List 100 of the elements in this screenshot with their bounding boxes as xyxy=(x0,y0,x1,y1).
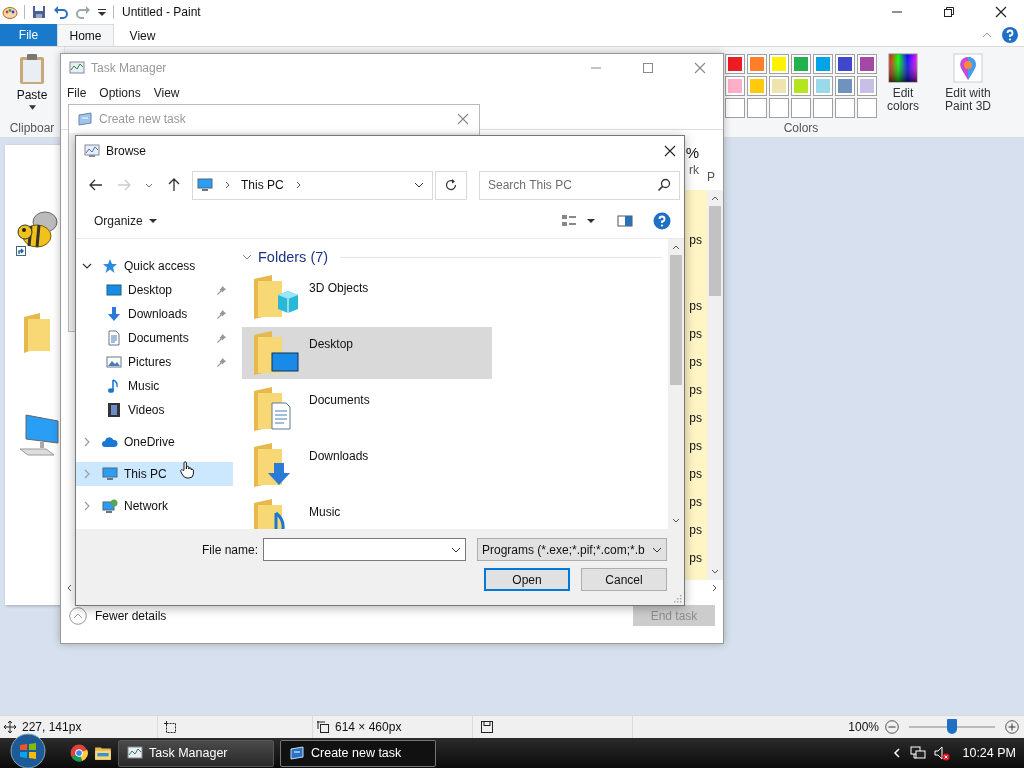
scrollbar-thumb[interactable] xyxy=(670,255,682,385)
maximize-icon[interactable] xyxy=(642,62,654,74)
network-icon[interactable] xyxy=(910,745,927,761)
pin-icon[interactable] xyxy=(216,308,227,320)
expand-chevron-icon[interactable] xyxy=(82,261,92,271)
taskbar-button[interactable]: Task Manager xyxy=(118,739,274,767)
zoom-in-icon[interactable] xyxy=(1005,720,1019,734)
group-header[interactable]: Folders (7) xyxy=(258,249,329,265)
volume-muted-icon[interactable] xyxy=(934,745,951,761)
nav-item[interactable]: This PC xyxy=(76,462,233,486)
save-icon[interactable] xyxy=(31,4,47,20)
pin-icon[interactable] xyxy=(216,356,227,368)
menu-item[interactable]: View xyxy=(153,86,180,100)
color-swatch[interactable] xyxy=(792,99,810,117)
refresh-button[interactable] xyxy=(435,170,467,200)
nav-item[interactable]: Music xyxy=(76,374,233,398)
preview-pane-icon[interactable] xyxy=(617,213,633,229)
column-header[interactable]: P xyxy=(707,170,723,184)
ribbon-tab[interactable]: Home xyxy=(57,24,114,46)
folder-item[interactable]: 3D Objects xyxy=(242,271,492,323)
scroll-up-icon[interactable] xyxy=(710,194,720,202)
color-swatch[interactable] xyxy=(726,99,744,117)
color-swatch[interactable] xyxy=(858,99,876,117)
nav-item[interactable]: Downloads xyxy=(76,302,233,326)
color-swatch[interactable] xyxy=(792,77,810,95)
menu-item[interactable]: File xyxy=(67,86,87,100)
taskbar-button[interactable]: Create new task xyxy=(280,739,436,767)
color-swatch[interactable] xyxy=(748,99,766,117)
nav-item[interactable]: Videos xyxy=(76,398,233,422)
scroll-down-icon[interactable] xyxy=(710,568,720,576)
zoom-out-icon[interactable] xyxy=(885,720,899,734)
view-options-icon[interactable] xyxy=(561,213,577,229)
address-bar[interactable]: This PC xyxy=(192,170,433,200)
nav-item[interactable]: Quick access xyxy=(76,254,233,278)
browser-icon[interactable] xyxy=(70,744,88,762)
nav-item[interactable]: Desktop xyxy=(76,278,233,302)
color-swatch[interactable] xyxy=(770,55,788,73)
close-icon[interactable] xyxy=(995,6,1007,18)
scrollbar-thumb[interactable] xyxy=(709,206,721,296)
menu-item[interactable]: Options xyxy=(99,86,141,100)
nav-item[interactable]: Pictures xyxy=(76,350,233,374)
scroll-right-icon[interactable] xyxy=(711,583,719,593)
folder-item[interactable]: Downloads xyxy=(242,439,492,491)
organize-button[interactable]: Organize xyxy=(88,214,163,228)
pin-icon[interactable] xyxy=(216,284,227,296)
caret-icon[interactable] xyxy=(97,7,107,17)
resize-grip-icon[interactable] xyxy=(672,593,682,603)
dialog-button[interactable]: Open xyxy=(484,568,570,591)
color-swatch[interactable] xyxy=(792,55,810,73)
pin-icon[interactable] xyxy=(216,332,227,344)
column-header[interactable]: rk xyxy=(689,163,699,177)
edit-colors-button[interactable]: Edit colors xyxy=(882,47,924,113)
scroll-up-icon[interactable] xyxy=(671,243,681,251)
folder-icon[interactable] xyxy=(94,744,112,762)
scroll-left-icon[interactable] xyxy=(65,583,73,593)
file-menu-button[interactable]: File xyxy=(0,24,57,46)
help-icon[interactable] xyxy=(653,212,671,230)
collapse-group-icon[interactable] xyxy=(242,252,252,262)
collapse-ribbon-icon[interactable] xyxy=(982,30,992,40)
folder-item[interactable]: Documents xyxy=(242,383,492,435)
color-swatch[interactable] xyxy=(748,55,766,73)
vertical-scrollbar[interactable] xyxy=(668,239,684,529)
color-swatch[interactable] xyxy=(858,55,876,73)
color-swatch[interactable] xyxy=(836,99,854,117)
tray-chevron-icon[interactable] xyxy=(892,748,903,758)
nav-item[interactable]: Documents xyxy=(76,326,233,350)
file-name-field[interactable] xyxy=(263,538,466,561)
clock[interactable]: 10:24 PM xyxy=(962,746,1016,760)
search-field[interactable]: Search This PC xyxy=(479,170,680,200)
edit-with-paint3d-button[interactable]: Edit with Paint 3D xyxy=(936,47,1000,113)
color-swatch[interactable] xyxy=(748,77,766,95)
color-swatch[interactable] xyxy=(770,99,788,117)
vertical-scrollbar[interactable] xyxy=(707,190,723,580)
paste-button[interactable]: Paste xyxy=(16,47,48,110)
color-swatch[interactable] xyxy=(726,55,744,73)
restore-icon[interactable] xyxy=(943,6,955,18)
scroll-down-icon[interactable] xyxy=(671,517,681,525)
zoom-slider-thumb[interactable] xyxy=(947,719,957,734)
up-icon[interactable] xyxy=(166,177,182,193)
color-swatch[interactable] xyxy=(858,77,876,95)
dialog-button[interactable]: Cancel xyxy=(581,568,667,591)
color-swatch[interactable] xyxy=(814,77,832,95)
folder-item[interactable]: Desktop xyxy=(242,327,492,379)
color-swatch[interactable] xyxy=(836,55,854,73)
start-button[interactable] xyxy=(10,733,46,768)
fewer-details-button[interactable]: Fewer details xyxy=(69,606,167,625)
close-icon[interactable] xyxy=(664,145,676,157)
column-header[interactable]: % xyxy=(685,144,699,161)
back-icon[interactable] xyxy=(88,177,104,193)
caret-icon[interactable] xyxy=(587,217,595,225)
redo-icon[interactable] xyxy=(75,4,91,20)
color-swatch[interactable] xyxy=(726,77,744,95)
nav-item[interactable]: Network xyxy=(76,494,233,518)
ribbon-tab[interactable]: View xyxy=(114,24,171,46)
color-swatch[interactable] xyxy=(814,55,832,73)
color-swatch[interactable] xyxy=(836,77,854,95)
nav-item[interactable]: OneDrive xyxy=(76,430,233,454)
undo-icon[interactable] xyxy=(53,4,69,20)
color-swatch[interactable] xyxy=(814,99,832,117)
file-type-dropdown[interactable]: Programs (*.exe;*.pif;*.com;*.b xyxy=(477,538,667,561)
